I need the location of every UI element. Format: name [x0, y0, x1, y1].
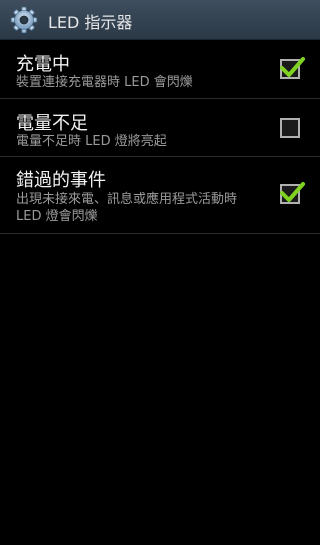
check-icon — [280, 182, 305, 202]
setting-title: 電量不足 — [16, 113, 88, 134]
check-icon — [280, 57, 305, 77]
setting-title: 錯過的事件 — [16, 170, 106, 191]
setting-summary: 電量不足時 LED 燈將亮起 — [16, 134, 167, 149]
setting-item-charging[interactable]: 充電中 裝置連接充電器時 LED 會閃爍 — [0, 40, 320, 99]
gear-icon — [10, 6, 38, 34]
setting-item-missed-events[interactable]: 錯過的事件 出現未接來電、訊息或應用程式活動時 LED 燈會閃爍 — [0, 157, 320, 234]
setting-item-low-battery[interactable]: 電量不足 電量不足時 LED 燈將亮起 — [0, 99, 320, 157]
title-bar: LED 指示器 — [0, 0, 320, 40]
missed-events-checkbox[interactable] — [280, 182, 305, 204]
low-battery-checkbox[interactable] — [280, 118, 300, 138]
setting-summary: 裝置連接充電器時 LED 會閃爍 — [16, 75, 193, 90]
charging-checkbox[interactable] — [280, 57, 305, 79]
setting-summary: 出現未接來電、訊息或應用程式活動時 LED 燈會閃爍 — [16, 192, 238, 224]
page-title: LED 指示器 — [48, 13, 133, 32]
screen: LED 指示器 充電中 裝置連接充電器時 LED 會閃爍 電量不足 電量不足時 … — [0, 0, 320, 545]
setting-title: 充電中 — [16, 54, 70, 75]
